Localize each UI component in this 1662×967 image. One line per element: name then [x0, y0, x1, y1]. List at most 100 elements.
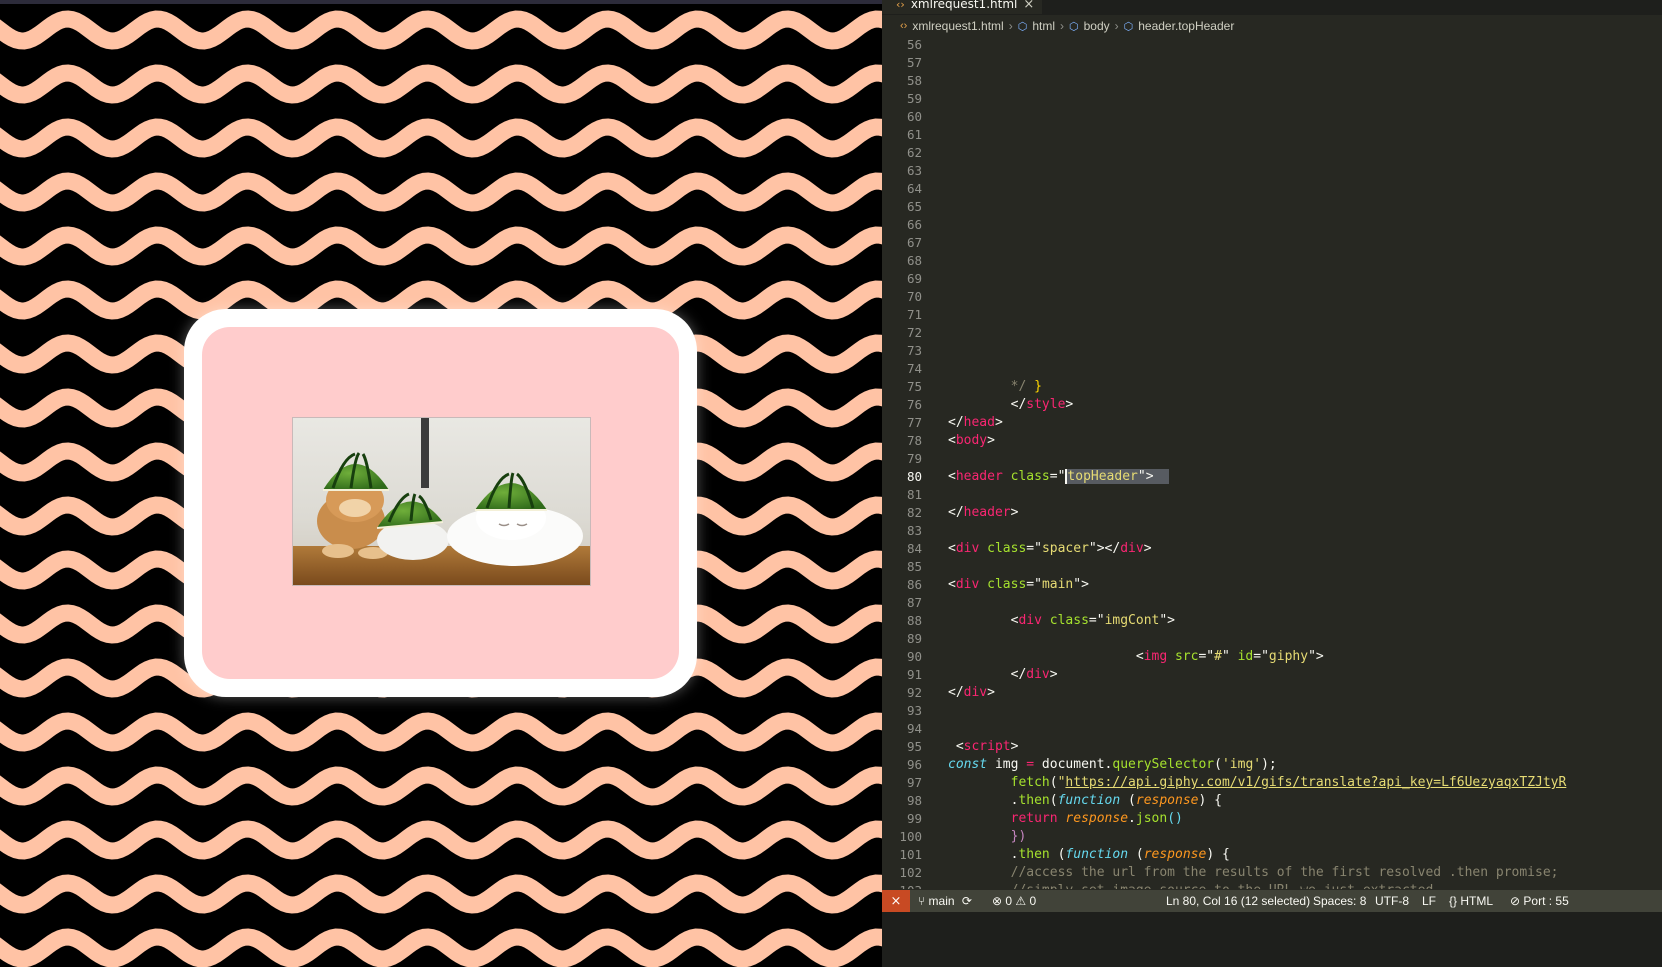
code-token: <	[948, 433, 956, 448]
remote-icon[interactable]: ⨯	[882, 890, 910, 912]
code-token: </	[948, 685, 964, 700]
language-mode[interactable]: {} HTML	[1449, 890, 1493, 912]
code-token: ="	[1253, 649, 1269, 664]
code-line: 76 </style>	[882, 396, 1662, 414]
branch-name: main	[928, 894, 955, 908]
code-token: >	[1065, 397, 1074, 412]
line-number: 63	[906, 163, 922, 178]
code-text: <body>	[948, 432, 995, 450]
code-editor: ‹› xmlrequest1.html × ‹› xmlrequest1.htm…	[882, 0, 1662, 967]
code-line: 74	[882, 360, 1662, 378]
code-token: (	[1049, 775, 1058, 790]
code-token: src	[1174, 649, 1199, 664]
line-ending[interactable]: LF	[1422, 890, 1436, 912]
code-text: <div class="spacer"></div>	[948, 540, 1152, 558]
editor-tab-bar: ‹› xmlrequest1.html ×	[882, 0, 1662, 15]
line-number: 75	[906, 379, 922, 394]
status-bar: ⨯ ⑂ main ⟳ ⊗ 0 ⚠ 0 Ln 80, Col 16 (12 sel…	[882, 890, 1662, 912]
cats-watermelon-illustration	[293, 418, 590, 585]
code-token: id	[1237, 649, 1254, 664]
code-token: class	[987, 541, 1027, 556]
git-branch-icon: ⑂	[918, 894, 929, 908]
breadcrumb: ‹› xmlrequest1.html › ⬡ html › ⬡ body › …	[882, 15, 1662, 37]
code-text: })	[948, 828, 1027, 846]
code-line: 79	[882, 450, 1662, 468]
code-text: //simply set image source to the URL we …	[948, 882, 1434, 889]
code-token: </	[948, 397, 1027, 412]
code-token: ">	[1159, 613, 1176, 628]
code-line: 93	[882, 702, 1662, 720]
code-token: json	[1135, 811, 1168, 826]
code-line: 72	[882, 324, 1662, 342]
breadcrumb-body[interactable]: body	[1084, 19, 1110, 33]
code-token: //simply set image source to the URL we …	[1011, 883, 1434, 889]
wave-stripe	[0, 172, 882, 212]
code-token: div	[963, 685, 988, 700]
line-number: 57	[906, 55, 922, 70]
code-line: 83	[882, 522, 1662, 540]
code-token: .	[948, 793, 1019, 808]
code-token: const	[948, 757, 988, 772]
wave-stripe	[0, 280, 882, 320]
code-line: 80 <header class=" topHeader">	[882, 468, 1662, 486]
problems-indicator[interactable]: ⊗ 0 ⚠ 0	[992, 890, 1036, 912]
code-token: ="	[1049, 469, 1066, 484]
code-token: ="	[1026, 541, 1042, 556]
cursor-position[interactable]: Ln 80, Col 16 (12 selected)	[1166, 890, 1310, 912]
code-token: //access the url from the results of the…	[1010, 865, 1559, 880]
code-area[interactable]: 56 57 58 59 60 61 62 63 64 65 66 67 68 69 70 71 72 73 74 75…	[882, 36, 1662, 889]
code-line: 59	[882, 90, 1662, 108]
wave-stripe	[0, 712, 882, 752]
code-token: ()	[1167, 811, 1183, 826]
line-number: 70	[906, 289, 922, 304]
line-number: 82	[906, 505, 922, 520]
code-token: <	[948, 739, 964, 754]
code-token: spacer	[1041, 541, 1089, 556]
code-token: response	[1135, 793, 1199, 808]
line-number: 65	[906, 199, 922, 214]
wave-stripe	[0, 64, 882, 104]
breadcrumb-header[interactable]: header.topHeader	[1138, 19, 1234, 33]
encoding[interactable]: UTF-8	[1375, 890, 1409, 912]
code-token: >	[987, 433, 995, 448]
code-token: https://api.giphy.com/v1/gifs/translate?…	[1065, 775, 1567, 790]
code-token: response	[1143, 847, 1207, 862]
code-token: })	[1010, 829, 1027, 844]
code-token: head	[963, 415, 995, 430]
code-token: return	[1010, 811, 1058, 826]
code-token: >	[1143, 541, 1152, 556]
code-token: (	[1120, 793, 1136, 808]
code-line: 56	[882, 36, 1662, 54]
code-token: >	[1010, 505, 1019, 520]
line-number: 81	[906, 487, 922, 502]
close-tab-icon[interactable]: ×	[1023, 0, 1034, 13]
live-server-port[interactable]: ⊘ Port : 55	[1510, 890, 1569, 912]
editor-tab[interactable]: ‹› xmlrequest1.html ×	[882, 0, 1043, 14]
line-number: 93	[906, 703, 922, 718]
braces-icon: {}	[1449, 894, 1461, 908]
code-text: //access the url from the results of the…	[948, 864, 1559, 882]
code-token: style	[1026, 397, 1066, 412]
code-token: <	[948, 577, 956, 592]
code-line: 103 //simply set image source to the URL…	[882, 882, 1662, 889]
line-number: 94	[906, 721, 922, 736]
code-line: 64	[882, 180, 1662, 198]
code-line: 91 </div>	[882, 666, 1662, 684]
code-token: .	[948, 847, 1019, 862]
indentation[interactable]: Spaces: 8	[1313, 890, 1366, 912]
code-token: }	[1034, 379, 1042, 394]
code-token: response	[1065, 811, 1129, 826]
code-line: 61	[882, 126, 1662, 144]
code-token: <	[948, 541, 956, 556]
giphy-image[interactable]	[292, 417, 591, 586]
code-line: 69	[882, 270, 1662, 288]
branch-indicator[interactable]: ⑂ main ⟳	[918, 890, 972, 912]
breadcrumb-file[interactable]: xmlrequest1.html	[912, 19, 1003, 33]
breadcrumb-html[interactable]: html	[1032, 19, 1055, 33]
code-line: 100 })	[882, 828, 1662, 846]
code-token: header	[963, 505, 1011, 520]
code-token: main	[1041, 577, 1074, 592]
